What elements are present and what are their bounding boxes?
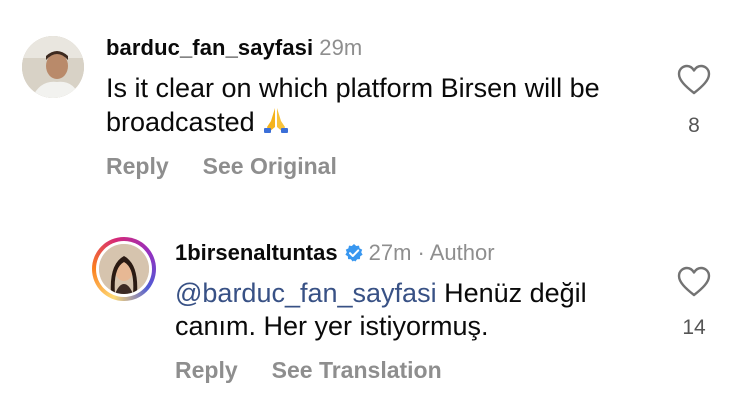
heart-icon xyxy=(677,64,711,95)
avatar-photo xyxy=(99,244,149,294)
see-translation-button[interactable]: See Translation xyxy=(272,357,442,384)
folded-hands-icon xyxy=(261,105,291,143)
like-count: 8 xyxy=(688,114,700,137)
comment-actions: Reply See Translation xyxy=(175,357,442,384)
comment-text: Is it clear on which platform Birsen wil… xyxy=(106,72,626,143)
avatar[interactable] xyxy=(99,244,149,294)
like-button[interactable] xyxy=(677,64,711,96)
avatar-photo xyxy=(22,36,84,98)
comment-meta: 27m · Author xyxy=(368,240,495,265)
like-button[interactable] xyxy=(677,266,711,298)
like-count: 14 xyxy=(682,316,706,339)
verified-badge-icon xyxy=(344,243,364,269)
heart-icon xyxy=(677,266,711,297)
comment-body: Is it clear on which platform Birsen wil… xyxy=(106,73,600,137)
comment-username[interactable]: barduc_fan_sayfasi 29m xyxy=(106,35,362,61)
comment-text: @barduc_fan_sayfasi Henüz değil canım. H… xyxy=(175,277,655,343)
comment-time: 29m xyxy=(319,35,363,60)
username-text[interactable]: 1birsenaltuntas xyxy=(175,240,338,265)
reply-button[interactable]: Reply xyxy=(106,153,169,180)
comment-username[interactable]: 1birsenaltuntas 27m · Author xyxy=(175,240,495,269)
comment-actions: Reply See Original xyxy=(106,153,337,180)
reply-button[interactable]: Reply xyxy=(175,357,238,384)
username-text[interactable]: barduc_fan_sayfasi xyxy=(106,35,313,60)
see-original-button[interactable]: See Original xyxy=(203,153,337,180)
mention-link[interactable]: @barduc_fan_sayfasi xyxy=(175,278,437,308)
avatar[interactable] xyxy=(22,36,84,98)
